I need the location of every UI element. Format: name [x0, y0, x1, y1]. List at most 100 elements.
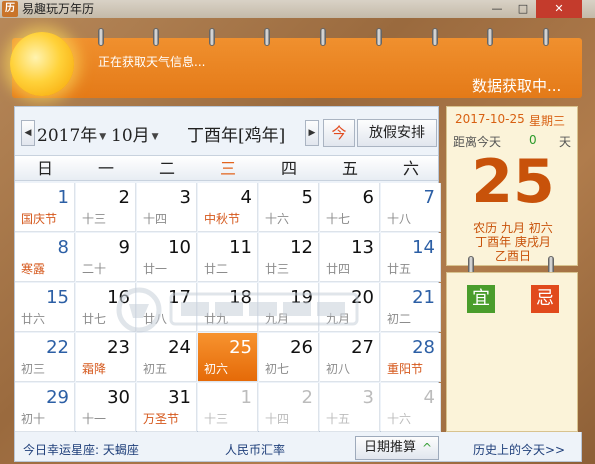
- day-cell[interactable]: 22 初三: [15, 333, 75, 382]
- day-number: 7: [423, 187, 435, 208]
- day-number: 16: [107, 287, 130, 308]
- minimize-button[interactable]: —: [484, 0, 510, 18]
- lunar-day: 九月: [265, 312, 290, 326]
- title-bar: 历 易趣玩万年历 — □ ✕: [0, 0, 595, 18]
- binder-ring-icon: [543, 28, 549, 46]
- ji-avoid-button[interactable]: 忌: [531, 285, 559, 313]
- day-cell[interactable]: 31 万圣节: [137, 383, 197, 432]
- date-calc-button[interactable]: 日期推算 ^: [355, 436, 439, 460]
- day-cell[interactable]: 1 国庆节: [15, 183, 75, 232]
- day-cell[interactable]: 23 霜降: [76, 333, 136, 382]
- lunar-day: 十四: [265, 412, 290, 426]
- lunar-day: 初六: [204, 362, 229, 376]
- today-button[interactable]: 今: [323, 119, 355, 147]
- day-number: 11: [229, 237, 252, 258]
- day-cell[interactable]: 21 初二: [381, 283, 441, 332]
- lunar-day: 十五: [326, 412, 351, 426]
- day-cell[interactable]: 11 廿二: [198, 233, 258, 282]
- lucky-star-sign-link[interactable]: 今日幸运星座: 天蝎座: [23, 441, 139, 458]
- day-number: 4: [423, 387, 435, 408]
- selected-day-panel: 2017-10-25 星期三 距离今天 0 天 25 农历 九月 初六 丁酉年 …: [446, 106, 578, 266]
- history-today-link[interactable]: 历史上的今天>>: [473, 441, 565, 458]
- year-select[interactable]: 2017年 ▼: [37, 121, 106, 146]
- day-cell[interactable]: 10 廿一: [137, 233, 197, 282]
- maximize-button[interactable]: □: [510, 0, 536, 18]
- day-number: 4: [240, 187, 252, 208]
- day-cell[interactable]: 24 初五: [137, 333, 197, 382]
- day-number: 13: [351, 237, 374, 258]
- day-number: 2: [118, 187, 130, 208]
- chevron-down-icon: ▼: [151, 131, 159, 142]
- day-cell[interactable]: 4 十六: [381, 383, 441, 432]
- day-number: 24: [168, 337, 191, 358]
- day-number: 19: [290, 287, 313, 308]
- rmb-rate-link[interactable]: 人民币汇率: [225, 441, 285, 458]
- almanac-panel: 宜 忌: [446, 272, 578, 432]
- day-cell[interactable]: 29 初十: [15, 383, 75, 432]
- day-cell[interactable]: 5 十六: [259, 183, 319, 232]
- day-cell[interactable]: 26 初七: [259, 333, 319, 382]
- prev-month-button[interactable]: ◀: [21, 120, 35, 146]
- day-cell[interactable]: 15 廿六: [15, 283, 75, 332]
- lunar-day: 万圣节: [143, 412, 180, 426]
- close-button[interactable]: ✕: [536, 0, 582, 18]
- day-cell[interactable]: 30 十一: [76, 383, 136, 432]
- day-cell[interactable]: 17 廿八: [137, 283, 197, 332]
- day-cell[interactable]: 2 十四: [259, 383, 319, 432]
- day-cell[interactable]: 19 九月: [259, 283, 319, 332]
- day-cell[interactable]: 28 重阳节: [381, 333, 441, 382]
- lunar-day: 廿三: [265, 262, 290, 276]
- day-number: 28: [412, 337, 435, 358]
- day-number: 8: [57, 237, 69, 258]
- day-number: 22: [46, 337, 69, 358]
- lunar-day: 二十: [82, 262, 107, 276]
- day-number: 17: [168, 287, 191, 308]
- ganzhi-year-label: 丁酉年[鸡年]: [187, 126, 286, 146]
- lunar-day: 十八: [387, 212, 412, 226]
- day-cell[interactable]: 1 十三: [198, 383, 258, 432]
- next-month-button[interactable]: ▶: [305, 120, 319, 146]
- binder-ring-icon: [320, 28, 326, 46]
- day-cell[interactable]: 3 十五: [320, 383, 380, 432]
- holiday-schedule-button[interactable]: 放假安排: [357, 119, 437, 147]
- day-cell[interactable]: 18 廿九: [198, 283, 258, 332]
- lunar-day: 重阳节: [387, 362, 424, 376]
- binder-ring-icon: [264, 28, 270, 46]
- day-cell[interactable]: 9 二十: [76, 233, 136, 282]
- day-cell-today[interactable]: 25 初六: [198, 333, 258, 382]
- month-label: 10月: [111, 126, 150, 146]
- day-number: 27: [351, 337, 374, 358]
- lunar-day: 廿七: [82, 312, 107, 326]
- binder-ring-icon: [487, 28, 493, 46]
- day-cell[interactable]: 20 九月: [320, 283, 380, 332]
- lunar-day: 中秋节: [204, 212, 241, 226]
- day-cell[interactable]: 4 中秋节: [198, 183, 258, 232]
- yi-suitable-button[interactable]: 宜: [467, 285, 495, 313]
- day-cell[interactable]: 13 廿四: [320, 233, 380, 282]
- day-cell[interactable]: 3 十四: [137, 183, 197, 232]
- lunar-day: 霜降: [82, 362, 107, 376]
- month-select[interactable]: 10月 ▼: [111, 121, 159, 146]
- lunar-day: 国庆节: [21, 212, 58, 226]
- day-cell[interactable]: 2 十三: [76, 183, 136, 232]
- weekday-label: 六: [402, 159, 419, 178]
- day-number: 9: [118, 237, 130, 258]
- day-number: 3: [179, 187, 191, 208]
- day-cell[interactable]: 27 初八: [320, 333, 380, 382]
- day-cell[interactable]: 6 十七: [320, 183, 380, 232]
- lunar-day: 初二: [387, 312, 412, 326]
- lunar-day: 十一: [82, 412, 107, 426]
- day-cell[interactable]: 12 廿三: [259, 233, 319, 282]
- selected-date: 2017-10-25: [455, 112, 525, 126]
- binder-ring-icon: [98, 28, 104, 46]
- day-number: 5: [301, 187, 313, 208]
- binder-ring-icon: [153, 28, 159, 46]
- day-cell[interactable]: 14 廿五: [381, 233, 441, 282]
- day-cell[interactable]: 16 廿七: [76, 283, 136, 332]
- day-number: 20: [351, 287, 374, 308]
- day-cell[interactable]: 7 十八: [381, 183, 441, 232]
- day-number: 25: [229, 337, 252, 358]
- day-cell[interactable]: 8 寒露: [15, 233, 75, 282]
- lunar-day: 初八: [326, 362, 351, 376]
- day-number: 31: [168, 387, 191, 408]
